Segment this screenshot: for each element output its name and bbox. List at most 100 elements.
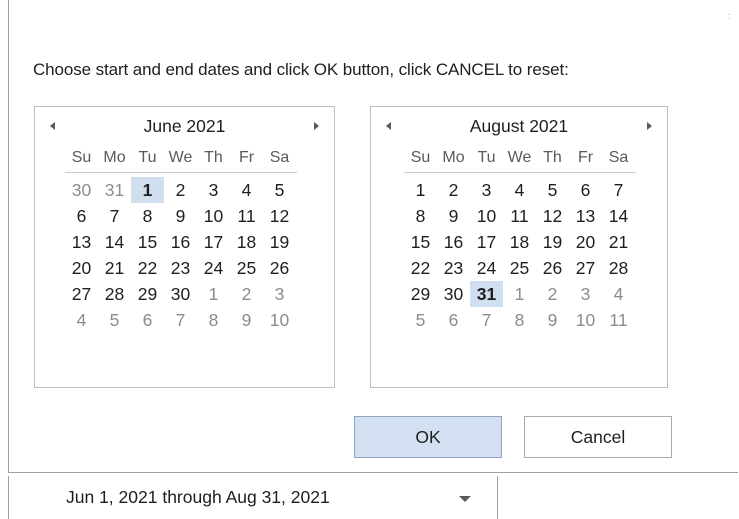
- day-cell[interactable]: 9: [536, 307, 569, 333]
- day-cell[interactable]: 11: [503, 203, 536, 229]
- day-cell[interactable]: 1: [503, 281, 536, 307]
- cancel-button[interactable]: Cancel: [524, 416, 672, 458]
- day-cell[interactable]: 3: [470, 177, 503, 203]
- day-cell[interactable]: 30: [164, 281, 197, 307]
- day-cell[interactable]: 17: [470, 229, 503, 255]
- weekday-label: Th: [543, 149, 562, 166]
- day-cell[interactable]: 15: [404, 229, 437, 255]
- weekday-label: Tu: [477, 149, 496, 166]
- day-cell[interactable]: 26: [536, 255, 569, 281]
- weekday-header-row: Su Mo Tu We Th Fr Sa: [404, 147, 636, 173]
- day-cell[interactable]: 29: [404, 281, 437, 307]
- week-row: 27 28 29 30 1 2 3: [65, 281, 297, 307]
- day-cell[interactable]: 20: [65, 255, 98, 281]
- date-range-combobox[interactable]: Jun 1, 2021 through Aug 31, 2021: [8, 476, 498, 519]
- day-cell[interactable]: 14: [98, 229, 131, 255]
- day-cell[interactable]: 5: [536, 177, 569, 203]
- date-range-value: Jun 1, 2021 through Aug 31, 2021: [66, 487, 330, 507]
- day-cell[interactable]: 23: [437, 255, 470, 281]
- day-cell[interactable]: 20: [569, 229, 602, 255]
- day-cell[interactable]: 10: [569, 307, 602, 333]
- day-cell[interactable]: 13: [569, 203, 602, 229]
- day-cell[interactable]: 27: [569, 255, 602, 281]
- day-cell[interactable]: 1: [404, 177, 437, 203]
- weekday-label: Mo: [442, 149, 465, 166]
- day-cell[interactable]: 18: [230, 229, 263, 255]
- day-cell[interactable]: 2: [230, 281, 263, 307]
- triangle-right-icon[interactable]: [314, 122, 319, 130]
- day-cell[interactable]: 4: [230, 177, 263, 203]
- day-cell[interactable]: 26: [263, 255, 296, 281]
- day-cell[interactable]: 6: [65, 203, 98, 229]
- day-cell[interactable]: 6: [569, 177, 602, 203]
- day-cell[interactable]: 18: [503, 229, 536, 255]
- day-cell[interactable]: 17: [197, 229, 230, 255]
- day-cell[interactable]: 7: [164, 307, 197, 333]
- day-cell[interactable]: 5: [263, 177, 296, 203]
- day-cell[interactable]: 12: [536, 203, 569, 229]
- day-cell[interactable]: 1: [197, 281, 230, 307]
- day-cell[interactable]: 22: [404, 255, 437, 281]
- day-cell[interactable]: 4: [602, 281, 635, 307]
- day-cell[interactable]: 7: [470, 307, 503, 333]
- day-cell[interactable]: 6: [131, 307, 164, 333]
- day-cell[interactable]: 21: [98, 255, 131, 281]
- day-cell[interactable]: 7: [602, 177, 635, 203]
- day-cell[interactable]: 3: [569, 281, 602, 307]
- day-cell[interactable]: 24: [197, 255, 230, 281]
- day-cell[interactable]: 9: [437, 203, 470, 229]
- day-cell[interactable]: 23: [164, 255, 197, 281]
- day-cell[interactable]: 27: [65, 281, 98, 307]
- day-cell[interactable]: 16: [437, 229, 470, 255]
- day-cell[interactable]: 30: [437, 281, 470, 307]
- resize-grip-icon[interactable]: :: [728, 12, 734, 22]
- day-cell[interactable]: 8: [404, 203, 437, 229]
- day-cell[interactable]: 2: [164, 177, 197, 203]
- day-cell-selected[interactable]: 31: [470, 281, 503, 307]
- day-cell[interactable]: 12: [263, 203, 296, 229]
- day-cell[interactable]: 8: [131, 203, 164, 229]
- day-cell[interactable]: 13: [65, 229, 98, 255]
- day-cell[interactable]: 21: [602, 229, 635, 255]
- day-cell[interactable]: 25: [230, 255, 263, 281]
- day-cell[interactable]: 28: [98, 281, 131, 307]
- day-cell[interactable]: 2: [536, 281, 569, 307]
- day-cell[interactable]: 3: [263, 281, 296, 307]
- day-cell[interactable]: 9: [230, 307, 263, 333]
- day-cell[interactable]: 25: [503, 255, 536, 281]
- day-cell[interactable]: 10: [470, 203, 503, 229]
- day-cell[interactable]: 24: [470, 255, 503, 281]
- day-cell[interactable]: 7: [98, 203, 131, 229]
- day-cell[interactable]: 29: [131, 281, 164, 307]
- ok-button[interactable]: OK: [354, 416, 502, 458]
- day-cell[interactable]: 4: [503, 177, 536, 203]
- weekday-label: We: [168, 149, 193, 166]
- day-cell[interactable]: 19: [263, 229, 296, 255]
- day-cell[interactable]: 19: [536, 229, 569, 255]
- day-cell[interactable]: 8: [197, 307, 230, 333]
- day-cell[interactable]: 3: [197, 177, 230, 203]
- day-cell[interactable]: 15: [131, 229, 164, 255]
- day-cell[interactable]: 11: [230, 203, 263, 229]
- day-cell[interactable]: 5: [98, 307, 131, 333]
- day-cell[interactable]: 11: [602, 307, 635, 333]
- weekday-header-row: Su Mo Tu We Th Fr Sa: [65, 147, 297, 173]
- day-cell[interactable]: 6: [437, 307, 470, 333]
- day-cell[interactable]: 5: [404, 307, 437, 333]
- day-cell-selected[interactable]: 1: [131, 177, 164, 203]
- calendar-header: June 2021: [35, 116, 334, 142]
- triangle-right-icon[interactable]: [647, 122, 652, 130]
- day-cell[interactable]: 8: [503, 307, 536, 333]
- day-cell[interactable]: 28: [602, 255, 635, 281]
- day-cell[interactable]: 10: [197, 203, 230, 229]
- day-cell[interactable]: 14: [602, 203, 635, 229]
- day-cell[interactable]: 30: [65, 177, 98, 203]
- chevron-down-icon[interactable]: [459, 496, 471, 502]
- day-cell[interactable]: 22: [131, 255, 164, 281]
- day-cell[interactable]: 2: [437, 177, 470, 203]
- day-cell[interactable]: 9: [164, 203, 197, 229]
- day-cell[interactable]: 4: [65, 307, 98, 333]
- day-cell[interactable]: 31: [98, 177, 131, 203]
- day-cell[interactable]: 10: [263, 307, 296, 333]
- day-cell[interactable]: 16: [164, 229, 197, 255]
